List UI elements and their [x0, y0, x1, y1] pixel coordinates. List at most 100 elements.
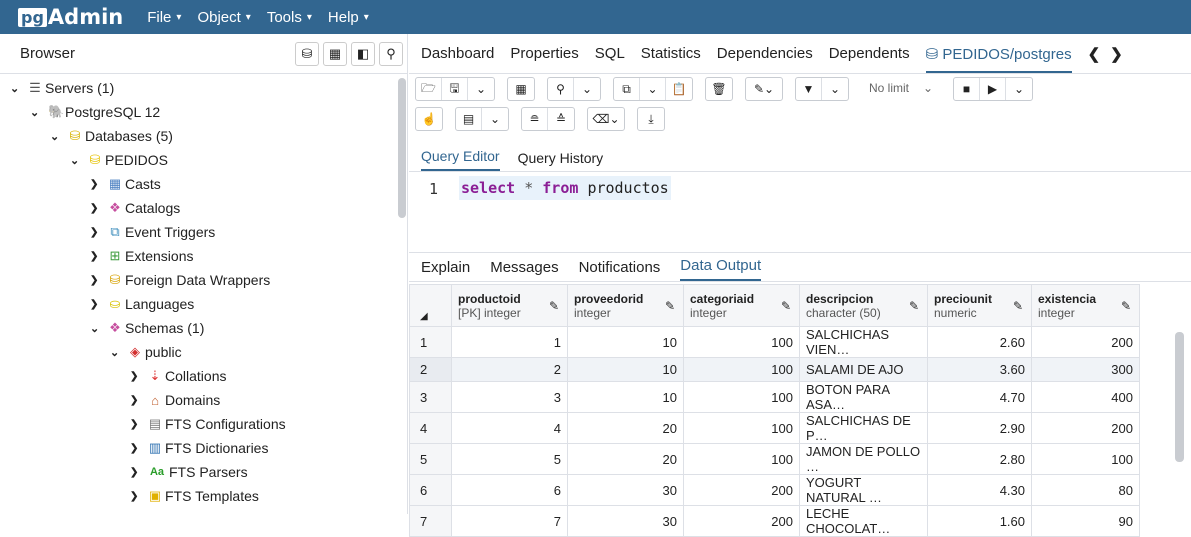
chevron-down-icon[interactable]: ⌄ — [482, 108, 508, 130]
table-cell[interactable]: 100 — [683, 326, 800, 358]
row-number[interactable]: 4 — [409, 412, 452, 444]
column-header[interactable]: proveedorid integer ✎ — [567, 284, 684, 327]
chevron-down-icon[interactable]: ⌄ — [50, 130, 64, 143]
table-cell[interactable]: 200 — [683, 474, 800, 506]
tab-query-history[interactable]: Query History — [518, 150, 604, 171]
row-number[interactable]: 3 — [409, 381, 452, 413]
tree-item[interactable]: ⌄ ◈ public — [110, 340, 182, 364]
table-cell[interactable]: 90 — [1031, 505, 1140, 537]
tree-item[interactable]: ⌄ ⛁ Databases (5) — [50, 124, 173, 148]
table-cell[interactable]: 100 — [683, 357, 800, 382]
table-cell[interactable]: 200 — [1031, 326, 1140, 358]
select-all-corner[interactable]: ◢ — [409, 284, 452, 327]
table-cell[interactable]: 100 — [683, 381, 800, 413]
table-cell[interactable]: 2.80 — [927, 443, 1032, 475]
table-row[interactable]: 7 7 30 200 LECHE CHOCOLAT… 1.60 90 — [409, 505, 1140, 537]
sql-code[interactable]: select * from productos — [459, 176, 671, 200]
edit-icon[interactable]: ✎⌄ — [746, 78, 782, 100]
table-cell[interactable]: 100 — [683, 412, 800, 444]
edit-grid-icon[interactable]: ▦ — [508, 78, 534, 100]
table-cell[interactable]: 10 — [567, 357, 684, 382]
chevron-right-icon[interactable]: ❯ — [90, 179, 104, 190]
tree-item[interactable]: ❯ ▣ FTS Templates — [130, 484, 259, 508]
tab-messages[interactable]: Messages — [490, 259, 558, 281]
clear-icon[interactable]: ⌫⌄ — [588, 108, 624, 130]
chevron-right-icon[interactable]: ❯ — [130, 491, 144, 502]
table-cell[interactable]: 1.60 — [927, 505, 1032, 537]
tree-item[interactable]: ❯ ⇣ Collations — [130, 364, 226, 388]
row-number[interactable]: 7 — [409, 505, 452, 537]
filter-icon[interactable]: ▼ — [796, 78, 822, 100]
chevron-down-icon[interactable]: ⌄ — [822, 78, 848, 100]
chevron-right-icon[interactable]: ❯ — [1110, 45, 1123, 63]
table-row[interactable]: 3 3 10 100 BOTON PARA ASA… 4.70 400 — [409, 381, 1140, 413]
table-cell[interactable]: YOGURT NATURAL … — [799, 474, 928, 506]
save-icon[interactable]: 🖫 — [442, 78, 468, 100]
search-icon[interactable]: ⚲ — [379, 41, 403, 66]
table-cell[interactable]: 30 — [567, 474, 684, 506]
chevron-right-icon[interactable]: ❯ — [90, 227, 104, 238]
table-cell[interactable]: 2.60 — [927, 326, 1032, 358]
chevron-right-icon[interactable]: ❯ — [90, 203, 104, 214]
table-cell[interactable]: 100 — [1031, 443, 1140, 475]
tab-properties[interactable]: Properties — [510, 45, 578, 62]
tree-item[interactable]: ⌄ ⛁ PEDIDOS — [70, 148, 168, 172]
tree-item[interactable]: ❯ Aa FTS Parsers — [130, 460, 248, 484]
chevron-down-icon[interactable]: ⌄ — [1006, 78, 1032, 100]
filter-rows-icon[interactable]: ◧ — [351, 41, 375, 66]
edit-pencil-icon[interactable]: ✎ — [1121, 299, 1131, 313]
table-cell[interactable]: 200 — [1031, 412, 1140, 444]
tree-item[interactable]: ❯ ⛁ Foreign Data Wrappers — [90, 268, 270, 292]
table-cell[interactable]: 6 — [451, 474, 568, 506]
chevron-right-icon[interactable]: ❯ — [130, 395, 144, 406]
menu-help[interactable]: Help ▾ — [328, 9, 369, 26]
download-icon[interactable]: ⤓ — [638, 108, 664, 130]
table-cell[interactable]: 3 — [451, 381, 568, 413]
tree-item[interactable]: ❯ ⌂ Domains — [130, 388, 220, 412]
row-number[interactable]: 5 — [409, 443, 452, 475]
table-cell[interactable]: 20 — [567, 443, 684, 475]
tab-notifications[interactable]: Notifications — [579, 259, 661, 281]
table-cell[interactable]: 4.30 — [927, 474, 1032, 506]
tree-item[interactable]: ❯ ⊞ Extensions — [90, 244, 193, 268]
limit-select[interactable]: No limit ⌄ — [861, 77, 941, 99]
tab-dependencies[interactable]: Dependencies — [717, 45, 813, 62]
tree-item[interactable]: ❯ ▤ FTS Configurations — [130, 412, 286, 436]
chevron-down-icon[interactable]: ⌄ — [30, 106, 44, 119]
chevron-down-icon[interactable]: ⌄ — [574, 78, 600, 100]
table-cell[interactable]: 10 — [567, 381, 684, 413]
chevron-down-icon[interactable]: ⌄ — [10, 82, 24, 95]
column-header[interactable]: preciounit numeric ✎ — [927, 284, 1032, 327]
tree-item[interactable]: ⌄ ☰ Servers (1) — [10, 76, 114, 100]
table-cell[interactable]: 4 — [451, 412, 568, 444]
comment-icon[interactable]: ≘ — [522, 108, 548, 130]
column-header[interactable]: productoid [PK] integer ✎ — [451, 284, 568, 327]
table-cell[interactable]: SALAMI DE AJO — [799, 357, 928, 382]
tab-sql[interactable]: SQL — [595, 45, 625, 62]
table-cell[interactable]: 20 — [567, 412, 684, 444]
macros-icon[interactable]: ▤ — [456, 108, 482, 130]
commit-icon[interactable]: ☝ — [416, 108, 442, 130]
menu-file[interactable]: File ▾ — [147, 9, 181, 26]
table-cell[interactable]: 200 — [683, 505, 800, 537]
grid-scrollbar[interactable] — [1175, 332, 1184, 462]
table-cell[interactable]: 4.70 — [927, 381, 1032, 413]
tab-dashboard[interactable]: Dashboard — [421, 45, 494, 62]
table-cell[interactable]: SALCHICHAS DE P… — [799, 412, 928, 444]
table-row[interactable]: 1 1 10 100 SALCHICHAS VIEN… 2.60 200 — [409, 326, 1140, 358]
column-header[interactable]: descripcion character (50) ✎ — [799, 284, 928, 327]
tab-data-output[interactable]: Data Output — [680, 257, 762, 281]
view-data-icon[interactable]: ▦ — [323, 41, 347, 66]
browser-scrollbar[interactable] — [398, 78, 406, 218]
chevron-down-icon[interactable]: ⌄ — [110, 346, 124, 359]
tab-dependents[interactable]: Dependents — [829, 45, 910, 62]
table-cell[interactable]: 1 — [451, 326, 568, 358]
table-cell[interactable]: BOTON PARA ASA… — [799, 381, 928, 413]
tab-statistics[interactable]: Statistics — [641, 45, 701, 62]
table-cell[interactable]: 2.90 — [927, 412, 1032, 444]
chevron-right-icon[interactable]: ❯ — [130, 467, 144, 478]
column-header[interactable]: categoriaid integer ✎ — [683, 284, 800, 327]
chevron-right-icon[interactable]: ❯ — [90, 251, 104, 262]
find-icon[interactable]: ⚲ — [548, 78, 574, 100]
row-number[interactable]: 1 — [409, 326, 452, 358]
